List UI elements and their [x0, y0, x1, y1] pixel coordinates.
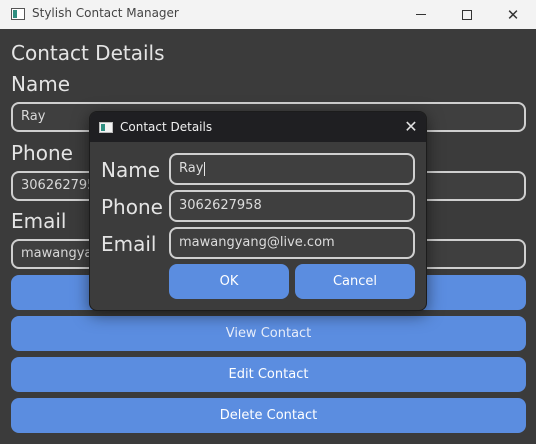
dialog-close-icon[interactable]: ✕	[400, 116, 422, 138]
dialog-email-label: Email	[101, 232, 157, 256]
view-contact-button[interactable]: View Contact	[11, 316, 526, 351]
window-titlebar: Stylish Contact Manager ✕	[0, 0, 536, 29]
dialog-phone-label: Phone	[101, 195, 163, 219]
contact-details-dialog: Contact Details ✕ Name Ray Phone 3062627…	[89, 111, 427, 311]
dialog-phone-field[interactable]: 3062627958	[169, 190, 415, 222]
page-title: Contact Details	[11, 41, 165, 65]
delete-contact-button[interactable]: Delete Contact	[11, 398, 526, 433]
email-label: Email	[11, 209, 67, 233]
maximize-icon	[462, 9, 472, 20]
text-caret	[204, 161, 206, 176]
name-label: Name	[11, 72, 71, 96]
close-icon: ✕	[506, 5, 520, 24]
dialog-app-icon	[99, 122, 113, 133]
window-close-button[interactable]: ✕	[490, 0, 536, 29]
app-window-icon	[11, 8, 25, 20]
edit-contact-button[interactable]: Edit Contact	[11, 357, 526, 392]
cancel-button[interactable]: Cancel	[295, 264, 415, 299]
dialog-name-field[interactable]: Ray	[169, 153, 415, 185]
phone-label: Phone	[11, 141, 73, 165]
minimize-icon	[416, 14, 426, 15]
dialog-titlebar: Contact Details ✕	[90, 112, 426, 142]
ok-button[interactable]: OK	[169, 264, 289, 299]
dialog-name-label: Name	[101, 158, 161, 182]
minimize-button[interactable]	[398, 0, 444, 29]
dialog-title: Contact Details	[120, 120, 213, 134]
dialog-email-field[interactable]: mawangyang@live.com	[169, 227, 415, 259]
maximize-button[interactable]	[444, 0, 490, 29]
dialog-name-value: Ray	[179, 161, 204, 176]
window-title: Stylish Contact Manager	[32, 6, 179, 20]
